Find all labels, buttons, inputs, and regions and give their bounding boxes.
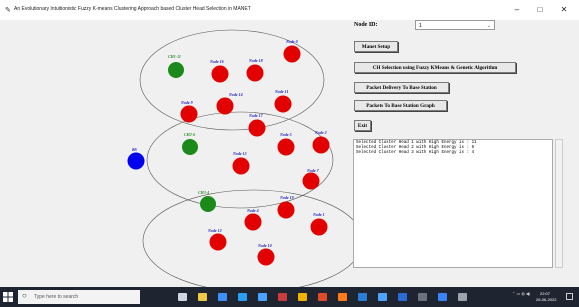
chrome-icon[interactable] [318,293,327,301]
node-label: Node 10 [257,243,272,248]
store-icon[interactable] [218,293,227,301]
node-label: Node 18 [248,58,263,63]
node-label: Node 15 [232,151,247,156]
python-icon[interactable] [438,293,447,301]
cluster-1-boundary [139,29,325,131]
system-tray-icons[interactable]: ⌃ ▭ ◍ ◀) [512,291,530,296]
window-title: An Evolutionary Intuitionistic Fuzzy K-m… [14,6,251,12]
node-marker [257,248,275,266]
node-label: Node 12 [207,228,222,233]
node-label: Node 14 [228,92,243,97]
taskbar-search[interactable]: ○ Type here to search [18,290,140,304]
node-label: CH3-4 [198,190,209,195]
maximize-button[interactable]: □ [532,4,548,16]
node-label: Node 7 [306,168,320,173]
title-bar: ✎ An Evolutionary Intuitionistic Fuzzy K… [0,0,579,20]
node-label: Node 2 [314,130,327,135]
notification-icon[interactable] [566,293,573,300]
terminal-icon[interactable] [418,293,427,301]
explorer-icon[interactable] [198,293,207,301]
windows-start-icon[interactable] [3,292,13,302]
mail-icon[interactable] [258,293,267,301]
packets-graph-button[interactable]: Packets To Base Station Graph [354,100,447,111]
files-icon[interactable] [378,293,387,301]
node-marker [312,136,330,154]
taskbar: ○ Type here to search ⌃ ▭ ◍ ◀) 22:07 26-… [0,287,579,307]
output-scrollbar[interactable] [555,139,563,268]
search-icon: ○ [22,291,27,300]
settings-icon[interactable] [458,293,467,301]
node-marker [302,172,320,190]
packet-delivery-button[interactable]: Packet Delivery To Base Station [354,82,449,93]
node-label: Node 19 [279,195,294,200]
nodes-layer: CH1-11 Node 0 Node 16 Node 18 Node 14 Node 11… [127,39,330,266]
task-view-icon[interactable] [178,293,187,301]
node-label: CH2-6 [184,132,195,137]
node-id-select[interactable]: 1 ⌄ [415,20,495,30]
photos-icon[interactable] [278,293,287,301]
edge-icon[interactable] [238,293,247,301]
node-marker [283,45,301,63]
node-label: Node 0 [285,39,298,44]
output-line: Selected Cluster Head 3 with High Energy… [356,151,475,155]
node-marker [244,213,262,231]
clock-date[interactable]: 26-06-2022 [536,297,556,302]
node-label: Node 1 [312,212,325,217]
node-marker [310,218,328,236]
chevron-down-icon[interactable]: ⌄ [487,21,491,31]
vscode-icon[interactable] [358,293,367,301]
node-marker [277,138,295,156]
node-marker [274,95,292,113]
cluster-3-boundary [142,189,364,287]
node-id-label: Node ID: [354,22,378,28]
node-marker [180,105,198,123]
node-label: Node 9 [180,100,193,105]
feather-icon: ✎ [5,7,11,14]
manet-setup-button[interactable]: Manet Setup [354,41,398,52]
clock-time[interactable]: 22:07 [540,291,550,296]
node-marker [211,65,229,83]
exit-button[interactable]: Exit [354,120,371,131]
node-id-value: 1 [419,23,422,29]
close-button[interactable]: ✕ [556,4,572,16]
word-icon[interactable] [398,293,407,301]
node-marker [248,119,266,137]
base-station-label: BS [131,147,138,152]
ch-selection-button[interactable]: CH Selection using Fuzzy KMeans & Geneti… [354,62,516,73]
node-marker [200,196,216,212]
node-marker [209,233,227,251]
node-label: Node 5 [279,132,292,137]
search-placeholder: Type here to search [34,294,79,300]
node-label: Node 17 [248,113,264,118]
node-label: Node 4 [246,208,259,213]
node-marker [182,139,198,155]
lock-icon[interactable] [298,293,307,301]
node-marker [216,97,234,115]
firefox-icon[interactable] [338,293,347,301]
node-marker [246,64,264,82]
node-label: Node 11 [274,89,288,94]
node-marker [232,157,250,175]
node-label: CH1-11 [168,54,181,59]
node-marker [168,62,184,78]
node-label: Node 16 [209,59,224,64]
base-station-marker [127,152,145,170]
node-marker [277,201,295,219]
output-textarea[interactable]: Selected Cluster Head 1 with High Energy… [353,139,553,268]
minimize-button[interactable]: – [509,4,525,16]
